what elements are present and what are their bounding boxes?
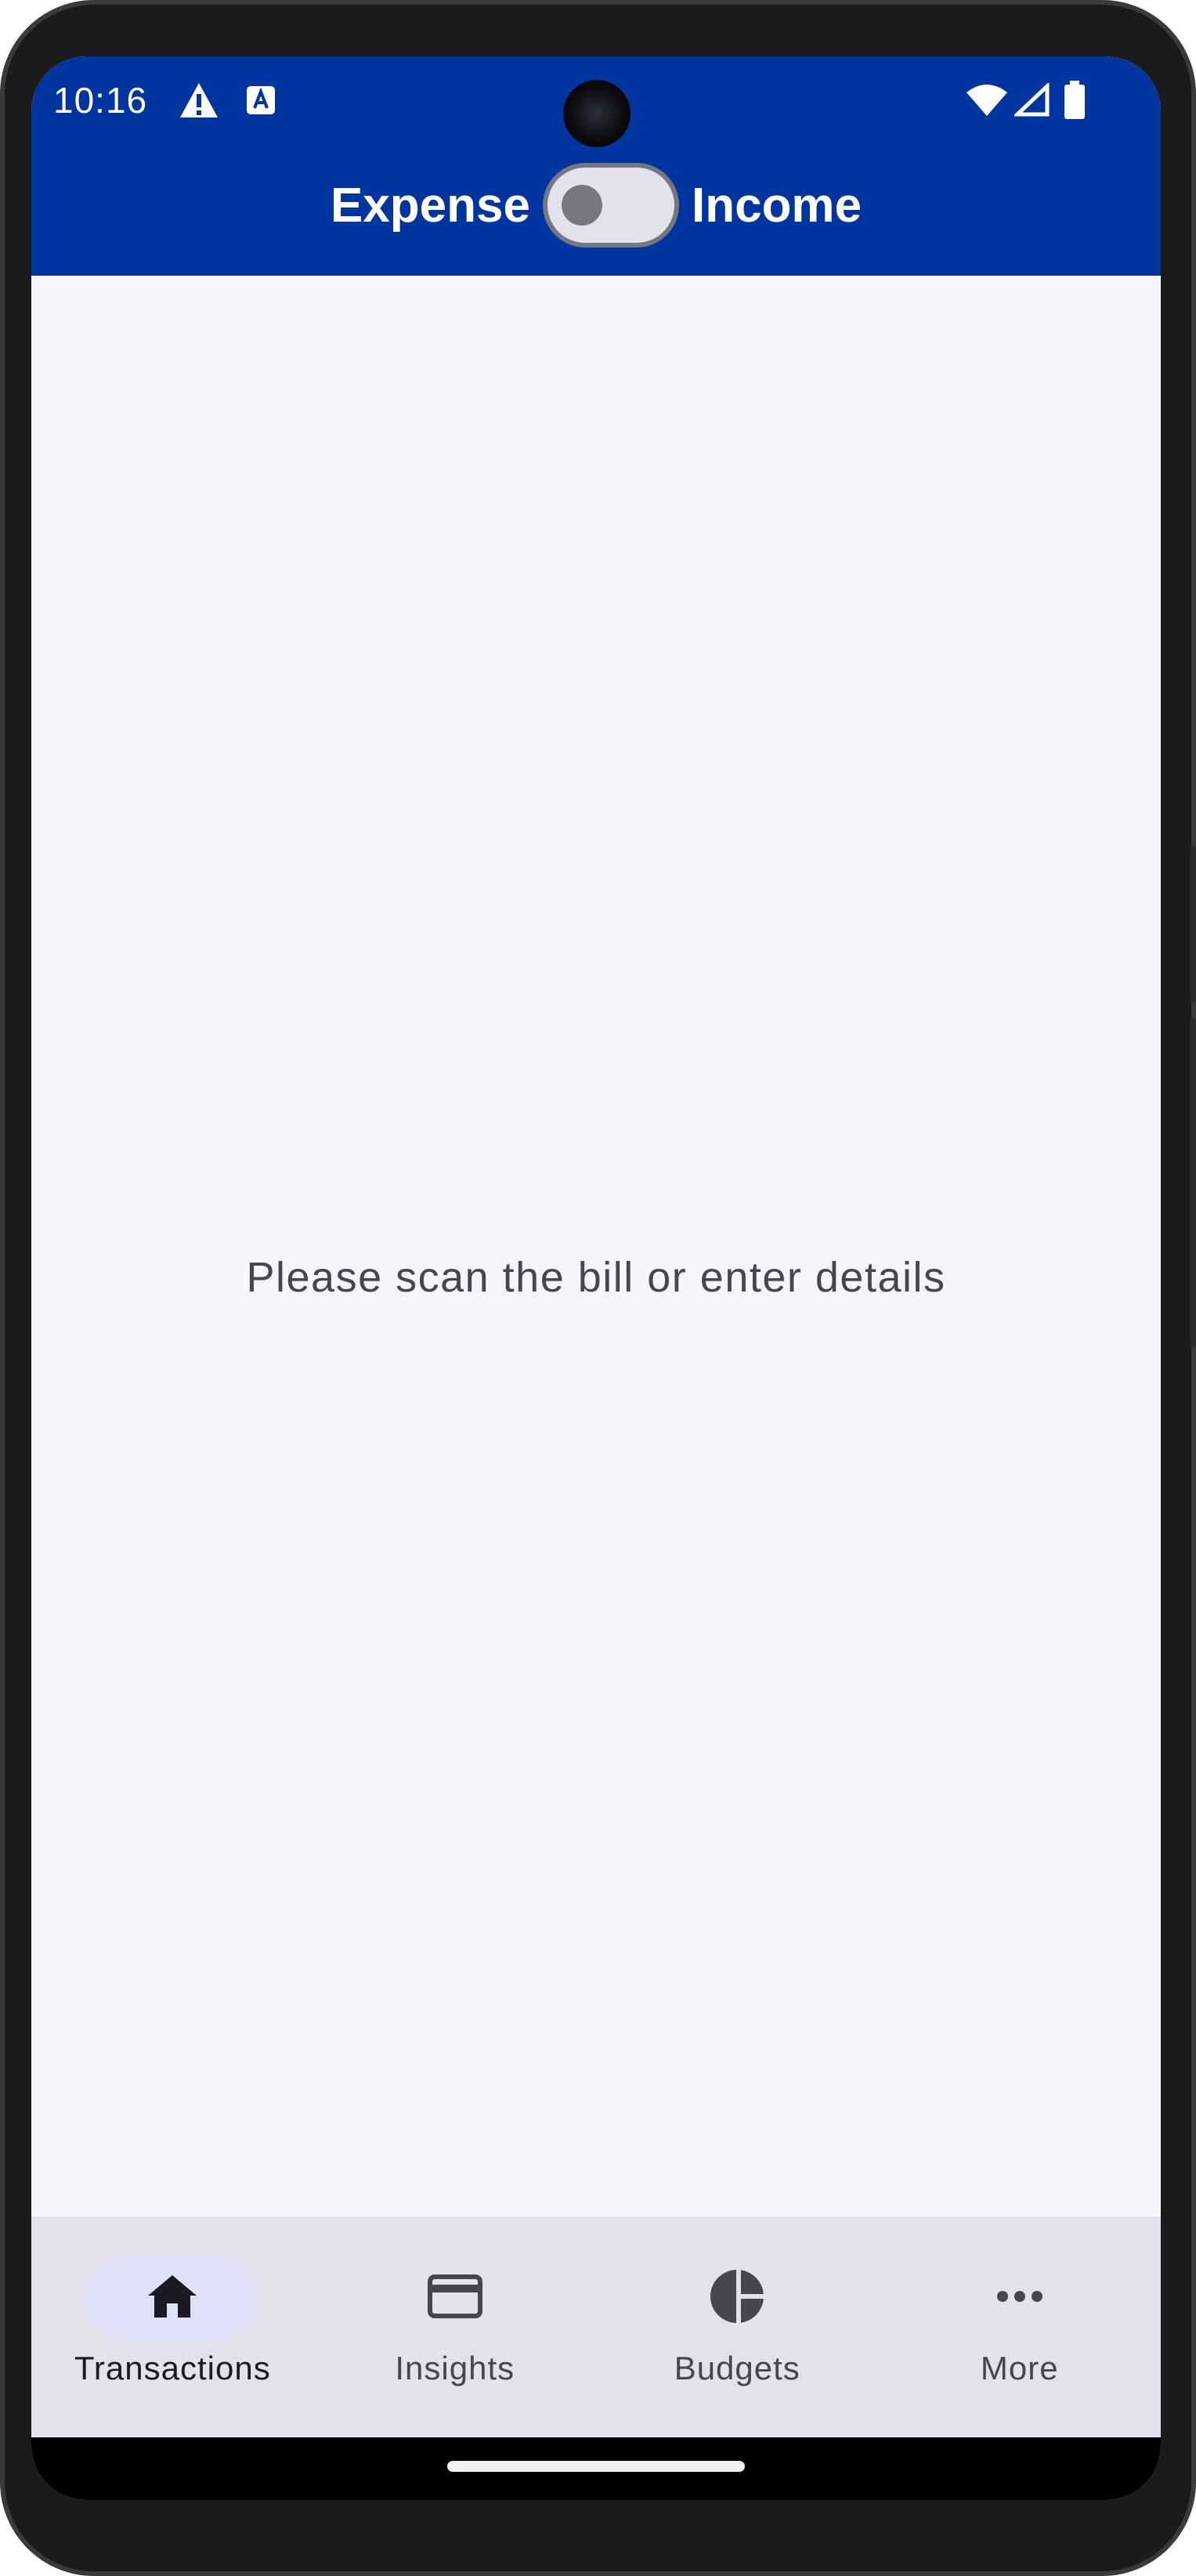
transactions-content: Please scan the bill or enter details [31, 276, 1161, 2391]
nav-label-insights: Insights [395, 2350, 515, 2386]
warning-icon [175, 70, 222, 130]
status-time: 10:16 [53, 80, 148, 121]
gesture-navigation-area [31, 2437, 1161, 2500]
signal-icon [1010, 70, 1054, 130]
type-toggle-row: Expense Income [31, 154, 1161, 256]
pie-chart-icon [709, 2268, 766, 2329]
bottom-navigation: Transactions Insights Budgets More [31, 2217, 1161, 2437]
power-button [1190, 846, 1196, 1003]
screen: 10:16 Expense Income Please scan the bil… [31, 56, 1161, 2500]
nav-label-more: More [980, 2350, 1059, 2386]
a-notification-icon [241, 70, 280, 130]
more-horiz-icon [995, 2289, 1045, 2308]
credit-card-icon [427, 2274, 483, 2323]
nav-active-indicator [86, 2256, 259, 2340]
nav-item-budgets[interactable]: Budgets [596, 2217, 879, 2437]
battery-icon [1057, 70, 1092, 130]
nav-item-more[interactable]: More [879, 2217, 1162, 2437]
empty-state-message: Please scan the bill or enter details [246, 1254, 946, 1301]
nav-label-transactions: Transactions [74, 2350, 271, 2386]
switch-thumb [561, 185, 602, 226]
app-bar: 10:16 Expense Income [31, 56, 1161, 276]
volume-button [1190, 1018, 1196, 1347]
nav-label-budgets: Budgets [674, 2350, 800, 2386]
expense-income-switch[interactable] [542, 163, 679, 247]
home-icon [146, 2274, 198, 2323]
wifi-icon [963, 70, 1010, 130]
front-camera [563, 80, 631, 147]
income-label: Income [691, 178, 862, 233]
expense-label: Expense [330, 178, 530, 233]
home-gesture-handle[interactable] [447, 2461, 745, 2472]
nav-item-insights[interactable]: Insights [314, 2217, 597, 2437]
nav-item-transactions[interactable]: Transactions [31, 2217, 314, 2437]
status-bar: 10:16 [31, 56, 1161, 150]
